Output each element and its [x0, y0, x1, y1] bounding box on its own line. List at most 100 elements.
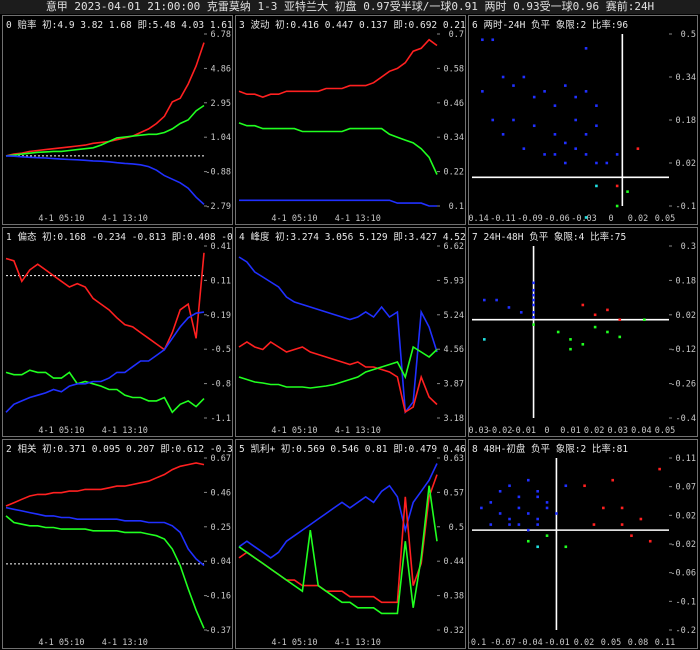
scatter-point-blue — [526, 528, 530, 532]
y-tick-label: 0.63 — [444, 454, 464, 464]
chart-svg: 0.3 0.18 0.02 -0.12 -0.26 -0.4 -0.03-0.02-0.01… — [469, 242, 696, 436]
scatter-point-blue — [595, 161, 598, 165]
y-tick-label: -0.06 — [670, 569, 696, 579]
chart-title: 6 两时-24H 负平 象限:2 比率:96 — [472, 20, 629, 31]
scatter-point-blue — [543, 153, 546, 156]
chart-panel-6: 0.5 0.34 0.18 0.02 -0.1 -0.14-0.11-0.09-0.06-… — [468, 15, 698, 225]
y-tick-label: 0.34 — [676, 73, 696, 83]
scatter-point-blue — [508, 523, 511, 526]
scatter-point-blue — [512, 118, 515, 122]
chart-svg: 0.110.070.02-0.02-0.06-0.1-0.2-0.1-0.07-… — [469, 454, 696, 648]
x-tick-label: 4-1 13:10 — [335, 638, 381, 648]
scatter-point-red — [592, 523, 596, 526]
scatter-point-blue — [489, 501, 493, 504]
scatter-point-blue — [522, 147, 526, 150]
chart-svg: 0.67 0.46 0.25 0.04 -0.16 -0.37 4-1 05:10 4-1 1… — [5, 454, 231, 648]
series-line-green — [5, 104, 205, 157]
chart-panel-1: 0.41 0.11 -0.19 -0.5 -0.8 -1.1 4-1 05:10 4-1 13… — [2, 227, 233, 437]
scatter-point-blue — [553, 153, 557, 156]
y-tick-label: 2.95 — [211, 99, 231, 109]
y-tick-label: 5.93 — [444, 276, 464, 286]
chart-title: 3 波动 初:0.416 0.447 0.137 即:0.692 0.211 0… — [239, 20, 466, 31]
y-tick-label: 6.78 — [211, 30, 231, 40]
series-line-red — [5, 42, 205, 157]
chart-title: 5 凯利+ 初:0.569 0.546 0.81 即:0.479 0.463 0… — [239, 444, 466, 455]
x-tick-label: -0.01 — [544, 638, 570, 648]
scatter-point-blue — [491, 38, 495, 42]
scatter-point-blue — [532, 303, 535, 307]
y-tick-label: 0.07 — [676, 483, 696, 493]
x-tick-label: 0.05 — [655, 426, 675, 436]
x-tick-label: -0.02 — [487, 426, 513, 436]
scatter-point-red — [606, 308, 609, 312]
series-line-green — [5, 515, 205, 629]
x-tick-label: -0.06 — [544, 214, 570, 224]
scatter-point-blue — [495, 298, 498, 302]
scatter-point-cyan — [584, 216, 588, 219]
window-title: 意甲 2023-04-01 21:00:00 克雷莫纳 1-3 亚特兰大 初盘 … — [0, 0, 700, 14]
series-line-red — [5, 462, 205, 507]
scatter-point-blue — [584, 133, 588, 136]
x-tick-label: -0.1 — [469, 638, 486, 648]
scatter-point-green — [581, 342, 585, 346]
y-tick-label: -2.79 — [205, 202, 231, 212]
scatter-point-blue — [498, 489, 502, 493]
y-tick-label: -0.2 — [676, 626, 696, 636]
x-tick-label: 0.05 — [655, 214, 675, 224]
y-tick-label: 0.38 — [444, 592, 464, 602]
x-tick-label: -0.03 — [469, 426, 489, 436]
scatter-point-green — [593, 325, 597, 329]
chart-title: 8 48H-初盘 负平 象限:2 比率:81 — [472, 444, 629, 455]
scatter-point-blue — [555, 512, 558, 515]
chart-svg: 0.63 0.57 0.5 0.44 0.38 0.32 4-1 05:10 4-1 13:1… — [238, 454, 464, 648]
scatter-point-blue — [498, 512, 502, 515]
y-tick-label: -0.4 — [676, 414, 696, 424]
y-tick-label: 0.46 — [444, 99, 464, 109]
y-tick-label: 0.22 — [444, 168, 464, 178]
series-line-red — [238, 474, 438, 604]
y-tick-label: 0.02 — [676, 311, 696, 321]
scatter-point-blue — [526, 478, 530, 482]
y-tick-label: 0.46 — [211, 488, 231, 498]
scatter-point-blue — [574, 95, 577, 99]
scatter-point-red — [658, 467, 661, 471]
scatter-point-blue — [483, 298, 486, 302]
chart-panel-7: 0.3 0.18 0.02 -0.12 -0.26 -0.4 -0.03-0.02-0.01… — [468, 227, 698, 437]
series-line-blue — [238, 256, 438, 415]
scatter-point-green — [569, 347, 572, 351]
y-tick-label: -0.26 — [670, 380, 696, 390]
scatter-point-blue — [605, 161, 609, 165]
scatter-point-blue — [536, 489, 539, 493]
x-tick-label: 0.02 — [574, 638, 594, 648]
x-tick-label: 0.08 — [628, 638, 648, 648]
scatter-point-blue — [564, 141, 567, 145]
scatter-point-blue — [517, 523, 521, 526]
scatter-point-blue — [595, 104, 598, 107]
y-tick-label: -0.1 — [676, 202, 696, 212]
scatter-point-blue — [508, 484, 511, 488]
scatter-point-blue — [517, 495, 521, 499]
x-tick-label: -0.03 — [571, 214, 597, 224]
y-tick-label: 4.56 — [444, 345, 464, 355]
x-tick-label: 0.03 — [608, 426, 628, 436]
scatter-point-cyan — [483, 338, 486, 341]
y-tick-label: 4.86 — [211, 64, 231, 74]
y-tick-label: 0.67 — [211, 454, 231, 464]
x-tick-label: 4-1 05:10 — [38, 638, 84, 648]
scatter-point-blue — [481, 38, 484, 42]
scatter-point-red — [581, 303, 585, 307]
scatter-point-blue — [532, 315, 535, 319]
scatter-point-blue — [553, 133, 557, 136]
scatter-point-red — [593, 313, 597, 317]
chart-title: 0 赔率 初:4.9 3.82 1.68 即:5.48 4.03 1.61 — [6, 20, 233, 31]
scatter-point-blue — [517, 506, 521, 510]
y-tick-label: 0.5 — [449, 523, 464, 533]
scatter-point-red — [639, 517, 643, 521]
scatter-point-blue — [545, 506, 549, 510]
x-tick-label: -0.07 — [490, 638, 516, 648]
series-line-blue — [5, 155, 205, 205]
y-tick-label: 0.25 — [211, 523, 231, 533]
scatter-point-cyan — [536, 545, 539, 549]
scatter-point-blue — [615, 153, 619, 156]
chart-svg: 6.62 5.93 5.24 4.56 3.87 3.18 4-1 05:10 4-1 13:… — [238, 242, 464, 436]
